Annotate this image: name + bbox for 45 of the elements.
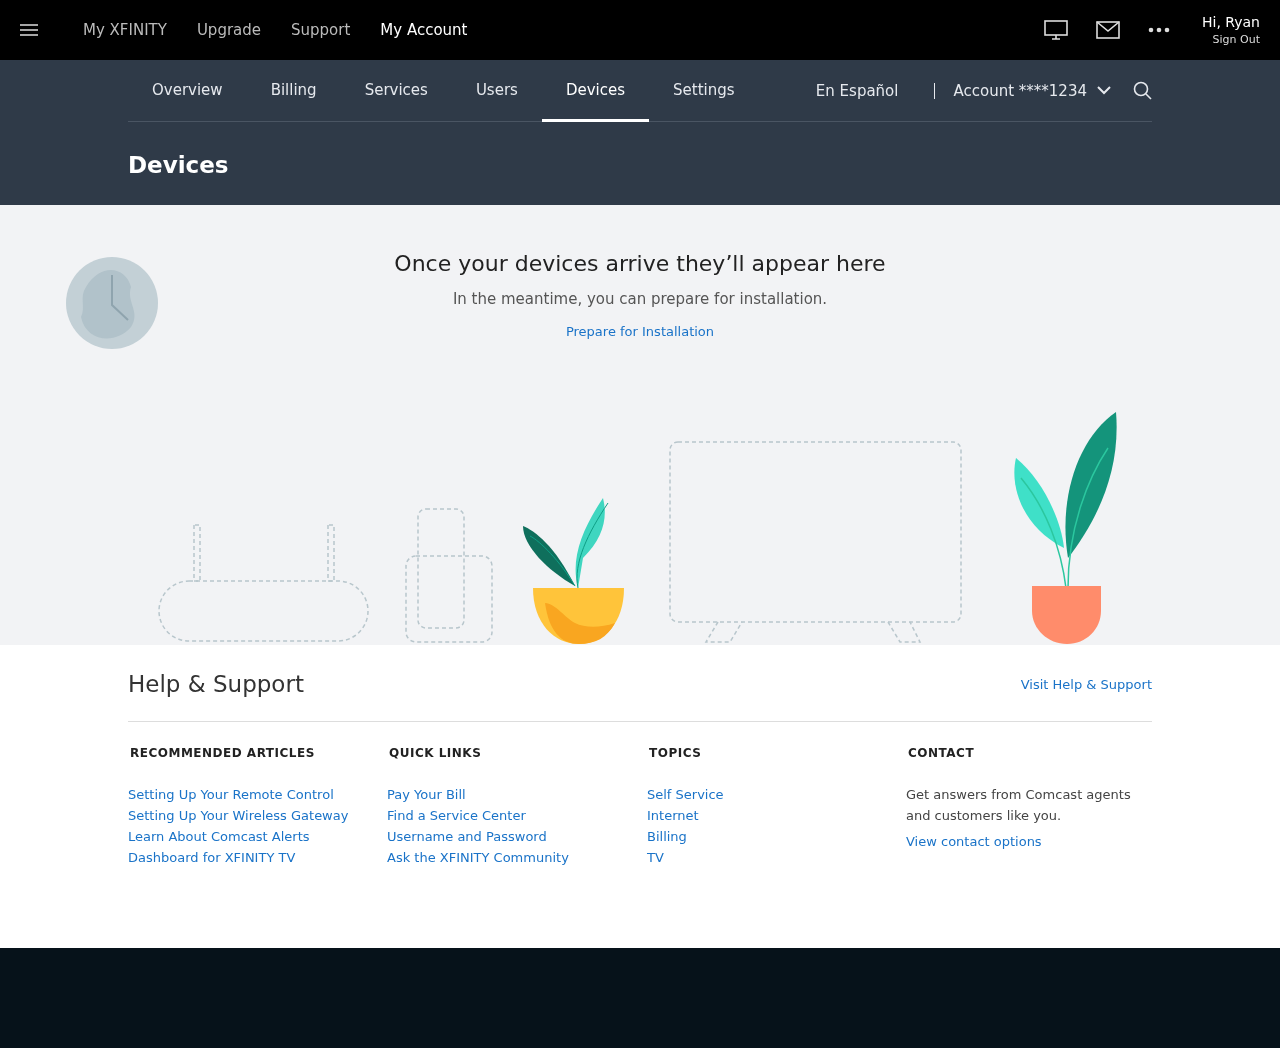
help-link[interactable]: Setting Up Your Remote Control [128, 784, 387, 805]
contact-text: Get answers from Comcast agents and customers like you. [906, 786, 1132, 825]
tab[interactable]: Users [451, 60, 542, 122]
monitor-icon[interactable] [1043, 20, 1068, 40]
search-icon[interactable] [1133, 81, 1152, 100]
help-link[interactable]: Learn About Comcast Alerts [128, 826, 387, 847]
help-link[interactable]: TV [647, 847, 906, 868]
nav-link[interactable]: Support [276, 21, 366, 39]
language-link[interactable]: En Español [815, 60, 917, 121]
nav-link[interactable]: My XFINITY [68, 21, 182, 39]
menu-icon[interactable] [20, 23, 38, 37]
tab[interactable]: Settings [649, 60, 759, 122]
column-heading: QUICK LINKS [389, 746, 483, 760]
sign-out-link[interactable]: Sign Out [1212, 33, 1260, 46]
user-greeting: Hi, Ryan [1201, 14, 1260, 30]
visit-help-link[interactable]: Visit Help & Support [1020, 676, 1152, 692]
account-dropdown[interactable]: Account ****1234 [953, 60, 1111, 121]
nav-link[interactable]: Upgrade [181, 21, 277, 39]
help-link[interactable]: Setting Up Your Wireless Gateway [128, 805, 387, 826]
help-link[interactable]: Ask the XFINITY Community [387, 847, 647, 868]
clock-icon [66, 257, 158, 349]
help-title: Help & Support [128, 671, 304, 697]
help-link[interactable]: Internet [647, 805, 906, 826]
tab[interactable]: Overview [128, 60, 247, 122]
column-heading: RECOMMENDED ARTICLES [130, 746, 316, 760]
help-link[interactable]: Find a Service Center [387, 805, 647, 826]
empty-state-heading: Once your devices arrive they’ll appear here [394, 251, 886, 276]
prepare-installation-link[interactable]: Prepare for Installation [565, 324, 715, 339]
help-link[interactable]: Username and Password [387, 826, 647, 847]
mail-icon[interactable] [1095, 21, 1120, 39]
column-heading: CONTACT [908, 746, 976, 760]
column-heading: TOPICS [649, 746, 703, 760]
page-title: Devices [128, 151, 230, 180]
chevron-down-icon [1097, 86, 1111, 95]
empty-state-text: In the meantime, you can prepare for installation. [452, 290, 828, 308]
help-link[interactable]: Self Service [647, 784, 906, 805]
help-link[interactable]: Billing [647, 826, 906, 847]
help-link[interactable]: View contact options [906, 831, 1152, 852]
help-link[interactable]: Dashboard for XFINITY TV [128, 847, 387, 868]
tab[interactable]: Billing [246, 60, 341, 122]
more-icon[interactable] [1147, 27, 1170, 33]
nav-link[interactable]: My Account [365, 21, 483, 39]
tab[interactable]: Services [340, 60, 452, 122]
tab[interactable]: Devices [541, 60, 650, 122]
help-link[interactable]: Pay Your Bill [387, 784, 647, 805]
